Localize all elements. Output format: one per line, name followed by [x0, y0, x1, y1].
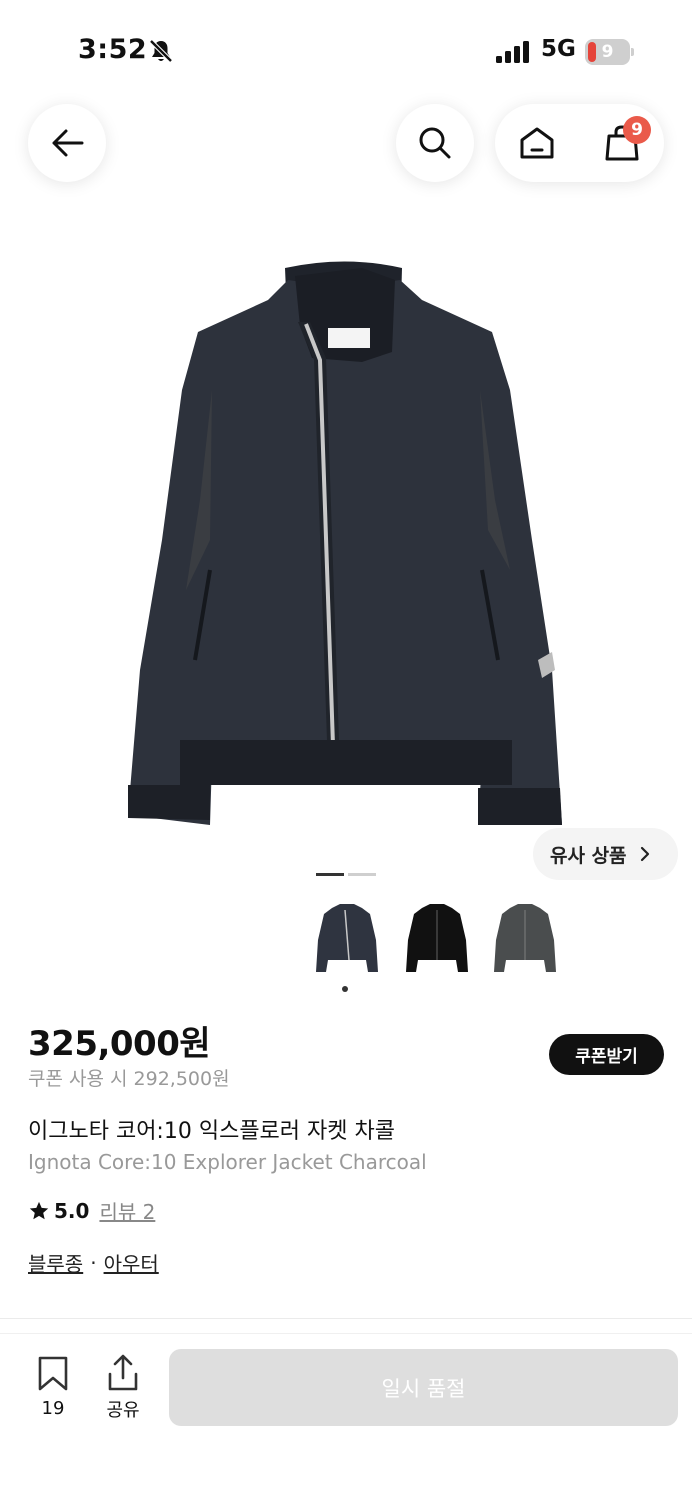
category-link-blouson[interactable]: 블루종 — [28, 1248, 83, 1277]
home-icon — [520, 127, 554, 159]
back-arrow-icon — [52, 129, 84, 157]
bell-slash-icon — [149, 39, 173, 63]
divider — [0, 1318, 692, 1319]
chevron-right-icon — [640, 846, 649, 862]
product-name-korean: 이그노타 코어:10 익스플로러 자켓 차콜 — [28, 1119, 395, 1144]
status-time: 3:52 — [78, 34, 148, 65]
coupon-price: 쿠폰 사용 시 292,500원 — [28, 1068, 230, 1090]
back-button[interactable] — [28, 104, 106, 182]
cart-button[interactable] — [580, 104, 664, 182]
soldout-button[interactable]: 일시 품절 — [169, 1349, 678, 1426]
status-bar: 3:52 5G 9 — [0, 0, 692, 100]
get-coupon-button[interactable]: 쿠폰받기 — [549, 1034, 664, 1075]
star-icon — [29, 1201, 49, 1219]
cart-count-badge: 9 — [623, 116, 651, 144]
search-icon — [419, 127, 451, 159]
share-label: 공유 — [106, 1400, 140, 1421]
bookmark-button[interactable]: 19 — [30, 1356, 76, 1428]
battery-icon: 9 — [585, 39, 635, 65]
signal-icon — [496, 41, 529, 63]
rating-row: 5.0 리뷰 2 — [28, 1196, 155, 1225]
thumbnail-1[interactable] — [312, 900, 382, 978]
share-button[interactable]: 공유 — [100, 1354, 146, 1426]
bookmark-count: 19 — [41, 1398, 65, 1419]
thumbnail-2[interactable] — [402, 900, 472, 978]
product-image[interactable] — [100, 240, 592, 840]
battery-level: 9 — [601, 42, 614, 62]
home-cart-pill: 9 — [495, 104, 664, 182]
page-indicator-inactive — [348, 873, 376, 876]
home-button[interactable] — [495, 104, 579, 182]
page-indicator-active — [316, 873, 344, 876]
category-breadcrumb: 블루종 · 아우터 — [28, 1248, 159, 1277]
product-name-english: Ignota Core:10 Explorer Jacket Charcoal — [28, 1150, 427, 1174]
price: 325,000원 — [28, 1024, 211, 1064]
similar-products-label: 유사 상품 — [550, 844, 627, 867]
similar-products-button[interactable]: 유사 상품 — [533, 828, 678, 880]
breadcrumb-separator: · — [90, 1250, 97, 1275]
rating-score: 5.0 — [54, 1198, 90, 1223]
divider — [0, 1333, 692, 1334]
network-type: 5G — [541, 36, 576, 62]
thumbnail-3[interactable] — [490, 900, 560, 978]
bookmark-icon — [38, 1356, 68, 1391]
selected-thumbnail-dot — [342, 986, 348, 992]
search-button[interactable] — [396, 104, 474, 182]
share-icon — [108, 1354, 138, 1391]
category-link-outer[interactable]: 아우터 — [104, 1248, 159, 1277]
review-link[interactable]: 리뷰 2 — [99, 1196, 155, 1225]
